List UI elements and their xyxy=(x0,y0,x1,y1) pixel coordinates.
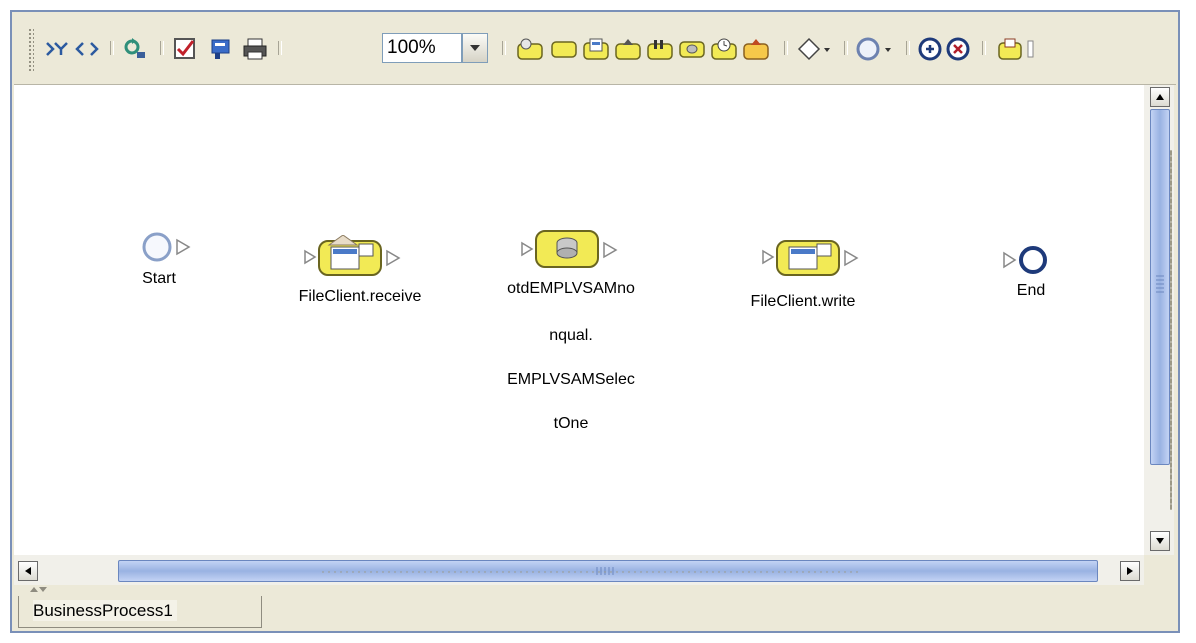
toolbar-separator xyxy=(906,41,910,55)
chevron-right-icon xyxy=(1127,567,1133,575)
scroll-right-button[interactable] xyxy=(1120,561,1140,581)
scroll-corner xyxy=(1144,555,1174,585)
toolbar-grip[interactable] xyxy=(28,28,34,72)
decision-icon[interactable] xyxy=(796,34,836,64)
toolbar-separator xyxy=(502,41,506,55)
chevron-down-icon xyxy=(469,39,481,57)
tab-strip: BusinessProcess1 xyxy=(14,586,1176,631)
empl-vsam-select-label-line4: tOne xyxy=(553,415,589,432)
flag-icon[interactable] xyxy=(206,34,236,64)
event-icon[interactable] xyxy=(854,34,898,64)
upload-activity-icon[interactable] xyxy=(612,34,644,64)
vertical-scroll-thumb[interactable] xyxy=(1150,109,1170,465)
empl-vsam-select-label-line1: otdEMPLVSAMno xyxy=(507,280,635,297)
receive-activity-icon[interactable] xyxy=(514,34,546,64)
tab-businessprocess1[interactable]: BusinessProcess1 xyxy=(18,596,262,628)
fileclient-receive-label: FileClient.receive xyxy=(298,288,422,305)
timer-activity-icon[interactable] xyxy=(708,34,740,64)
chevron-left-icon xyxy=(25,567,31,575)
start-node-label: Start xyxy=(142,270,176,287)
toolbar-separator xyxy=(110,41,114,55)
print-icon[interactable] xyxy=(240,34,270,64)
chevron-down-icon xyxy=(1156,538,1164,544)
splitter-grip-horizontal[interactable] xyxy=(320,571,860,573)
calendar-icon[interactable] xyxy=(994,34,1026,64)
database-icon[interactable] xyxy=(676,34,708,64)
splitter-grip-vertical[interactable] xyxy=(1170,150,1172,510)
export-activity-icon[interactable] xyxy=(740,34,772,64)
empl-vsam-select-label-line3: EMPLVSAMSelec xyxy=(507,371,635,388)
tab-label: BusinessProcess1 xyxy=(33,600,177,621)
fileclient-write-label: FileClient.write xyxy=(750,293,856,310)
editor-toolbar: 100% xyxy=(14,14,1176,85)
toolbar-separator xyxy=(278,41,282,55)
toolbar-separator xyxy=(982,41,986,55)
split-arrows-icon[interactable] xyxy=(28,586,48,594)
toolbar-overflow[interactable] xyxy=(1026,34,1036,64)
toolbar-separator xyxy=(844,41,848,55)
chevron-up-icon xyxy=(1156,94,1164,100)
map-icon[interactable] xyxy=(44,34,70,64)
process-canvas[interactable]: Start FileClient.receive otdEMPLVSAMno n… xyxy=(14,85,1144,555)
flow-icon[interactable] xyxy=(644,34,676,64)
business-process-editor: 100% Start FileClient.receive otdEMPLVSA… xyxy=(10,10,1180,633)
code-icon[interactable] xyxy=(74,34,100,64)
scroll-left-button[interactable] xyxy=(18,561,38,581)
scroll-up-button[interactable] xyxy=(1150,87,1170,107)
scroll-down-button[interactable] xyxy=(1150,531,1170,551)
service-icon[interactable] xyxy=(580,34,612,64)
zoom-dropdown-button[interactable] xyxy=(462,33,488,63)
validate-icon[interactable] xyxy=(170,34,200,64)
catch-event-icon[interactable] xyxy=(916,34,944,64)
zoom-field[interactable]: 100% xyxy=(382,33,462,63)
refresh-icon[interactable] xyxy=(120,34,150,64)
toolbar-separator xyxy=(784,41,788,55)
horizontal-scrollbar[interactable] xyxy=(14,555,1144,585)
stop-icon[interactable] xyxy=(944,34,972,64)
empty-activity-icon[interactable] xyxy=(548,34,580,64)
empl-vsam-select-label-line2: nqual. xyxy=(549,327,593,344)
end-node-label: End xyxy=(1016,282,1046,299)
toolbar-separator xyxy=(160,41,164,55)
